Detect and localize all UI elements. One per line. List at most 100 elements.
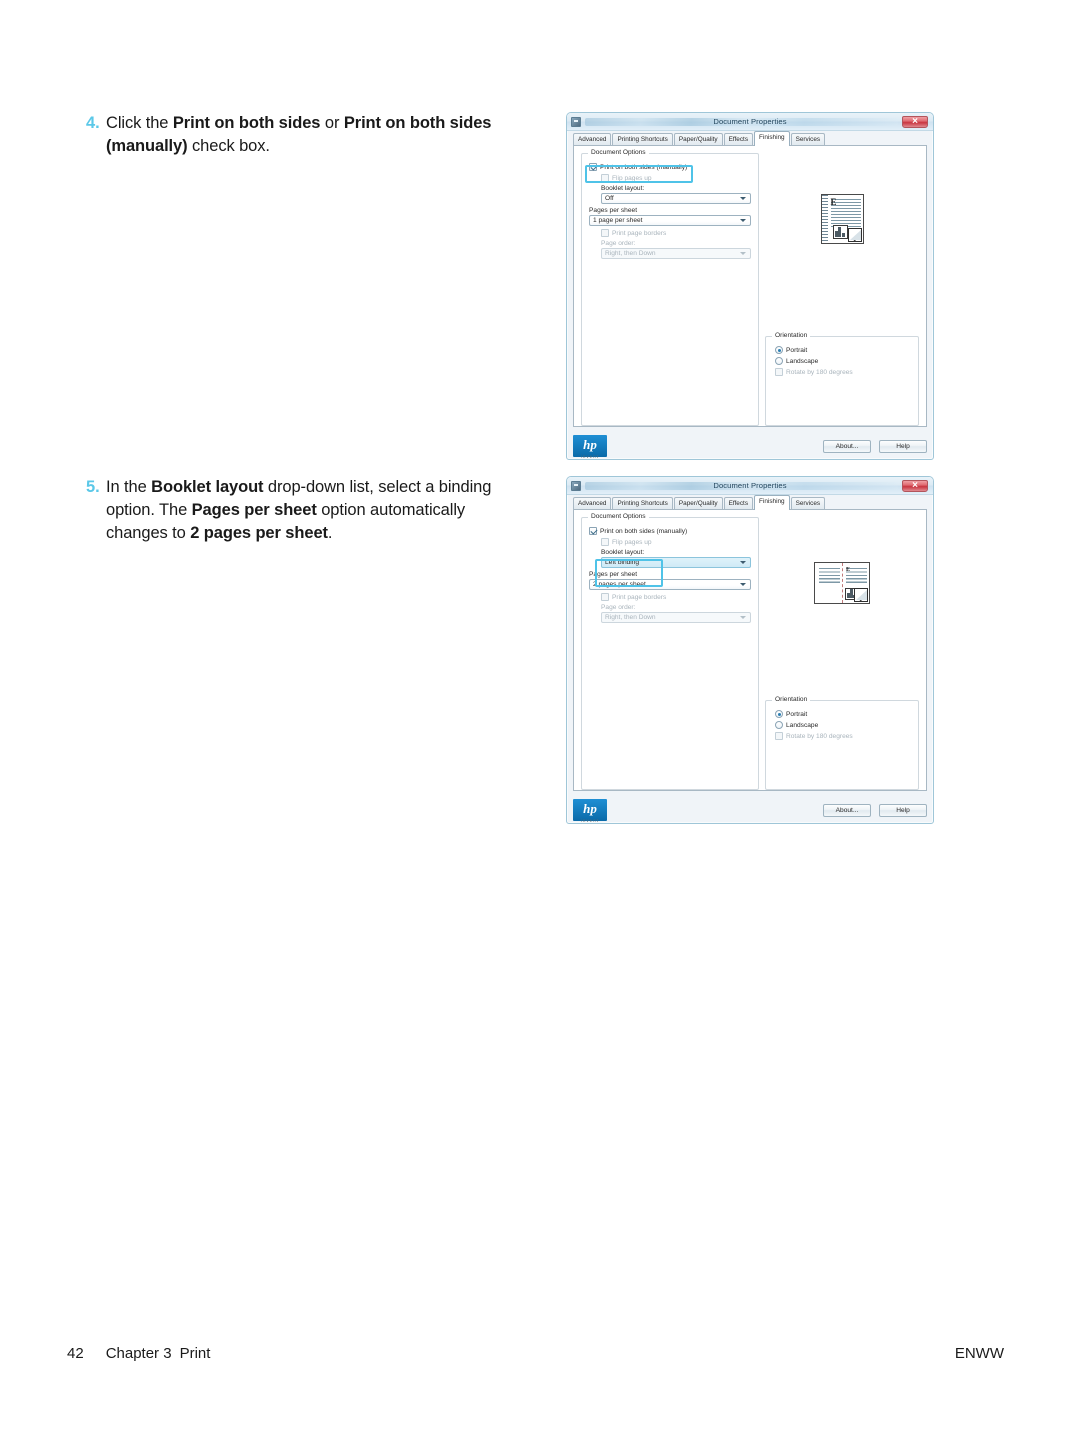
dialog-1-help-buttons: About... Help: [823, 439, 927, 453]
pages-per-sheet-dropdown[interactable]: 1 page per sheet: [589, 215, 751, 226]
tab-finishing[interactable]: Finishing: [754, 495, 790, 510]
dialog-1-preview-column: E Orientation Portrait Landscape Rotate …: [765, 153, 919, 426]
step-text-part: check box.: [187, 137, 270, 155]
page-order-value: Right, then Down: [605, 250, 656, 257]
chevron-down-icon: [740, 561, 746, 564]
page-order-label: Page order:: [601, 240, 636, 247]
page-order-dropdown[interactable]: Right, then Down: [601, 248, 751, 259]
orientation-title: Orientation: [772, 696, 811, 703]
page-number: 42: [67, 1345, 84, 1362]
chevron-down-icon: [740, 616, 746, 619]
printer-icon: [571, 480, 581, 491]
step-text-part: In the: [106, 478, 152, 496]
about-button[interactable]: About...: [823, 803, 871, 817]
print-page-borders-row[interactable]: Print page borders: [589, 593, 751, 601]
step-text-part-bold: Booklet layout: [151, 478, 264, 496]
footer-left: 42 Chapter 3 Print: [67, 1345, 210, 1362]
step-text-part-bold: Pages per sheet: [191, 501, 317, 519]
footer-right-label: ENWW: [954, 1345, 1004, 1362]
dialog-2-titlebar[interactable]: Document Properties: [567, 477, 933, 495]
print-preview-area: E: [765, 153, 919, 285]
print-both-sides-row[interactable]: Print on both sides (manually): [589, 527, 751, 535]
footer-chapter: Chapter 3 Print: [106, 1345, 211, 1362]
print-page-borders-row[interactable]: Print page borders: [589, 229, 751, 237]
page-order-dropdown[interactable]: Right, then Down: [601, 612, 751, 623]
rotate-180-row[interactable]: Rotate by 180 degrees: [775, 368, 911, 376]
page-order-value: Right, then Down: [605, 614, 656, 621]
hp-tagline: invent: [580, 818, 600, 823]
landscape-label: Landscape: [786, 721, 819, 729]
section-label: Print: [179, 1345, 211, 1362]
step-number: 5.: [86, 478, 100, 496]
dialog-1-bottom-bar: hp invent About... Help: [573, 431, 927, 459]
booklet-fold-line: [842, 563, 843, 603]
step-text-part: Click the: [106, 114, 173, 132]
document-properties-dialog-1[interactable]: Document Properties Advanced Printing Sh…: [566, 112, 934, 460]
flip-pages-up-row[interactable]: Flip pages up: [589, 538, 751, 546]
portrait-radio[interactable]: [775, 710, 783, 718]
pages-per-sheet-dropdown[interactable]: 2 pages per sheet: [589, 579, 751, 590]
rotate-180-checkbox[interactable]: [775, 732, 783, 740]
orientation-landscape-row[interactable]: Landscape: [775, 357, 911, 365]
booklet-layout-block: Booklet layout: Off: [589, 185, 751, 204]
step-text: Click the Print on both sides or Print o…: [106, 112, 510, 158]
chevron-down-icon: [740, 252, 746, 255]
chevron-down-icon: [740, 219, 746, 222]
close-icon[interactable]: [902, 479, 928, 493]
dialog-1-titlebar[interactable]: Document Properties: [567, 113, 933, 131]
orientation-landscape-row[interactable]: Landscape: [775, 721, 911, 729]
pages-per-sheet-label: Pages per sheet: [589, 207, 638, 214]
pencil-icon: [854, 588, 868, 602]
booklet-layout-dropdown[interactable]: Off: [601, 193, 751, 204]
print-page-borders-checkbox[interactable]: [601, 593, 609, 601]
step-text-part: or: [320, 114, 344, 132]
orientation-title: Orientation: [772, 332, 811, 339]
orientation-portrait-row[interactable]: Portrait: [775, 710, 911, 718]
step-text: In the Booklet layout drop-down list, se…: [106, 476, 510, 545]
rotate-180-checkbox[interactable]: [775, 368, 783, 376]
chevron-down-icon: [740, 197, 746, 200]
help-button[interactable]: Help: [879, 439, 927, 453]
print-both-sides-label: Print on both sides (manually): [600, 163, 688, 171]
close-icon[interactable]: [902, 115, 928, 129]
dialog-2-help-buttons: About... Help: [823, 803, 927, 817]
booklet-layout-value: Off: [605, 195, 614, 202]
hp-tagline: invent: [580, 454, 600, 459]
rotate-180-row[interactable]: Rotate by 180 degrees: [775, 732, 911, 740]
document-options-title: Document Options: [588, 149, 649, 156]
title-redaction-smudge: [585, 481, 898, 490]
flip-pages-up-label: Flip pages up: [612, 538, 652, 546]
orientation-portrait-row[interactable]: Portrait: [775, 346, 911, 354]
portrait-radio[interactable]: [775, 346, 783, 354]
page-footer: 42 Chapter 3 Print ENWW: [0, 1345, 1080, 1375]
step-number: 4.: [86, 114, 100, 132]
print-page-borders-label: Print page borders: [612, 229, 667, 237]
portrait-label: Portrait: [786, 710, 808, 718]
print-both-sides-checkbox[interactable]: [589, 527, 597, 535]
flip-pages-up-checkbox[interactable]: [601, 538, 609, 546]
page-order-label: Page order:: [601, 604, 636, 611]
spiral-binding-icon: [821, 195, 828, 243]
print-both-sides-row[interactable]: Print on both sides (manually): [589, 163, 751, 171]
pages-per-sheet-label: Pages per sheet: [589, 571, 638, 578]
document-options-group: Document Options Print on both sides (ma…: [581, 149, 759, 426]
flip-pages-up-row[interactable]: Flip pages up: [589, 174, 751, 182]
help-button[interactable]: Help: [879, 803, 927, 817]
about-button[interactable]: About...: [823, 439, 871, 453]
hp-logo-text: hp: [583, 437, 597, 452]
document-properties-dialog-2[interactable]: Document Properties Advanced Printing Sh…: [566, 476, 934, 824]
booklet-layout-value: Left binding: [605, 559, 640, 566]
dialog-1-tabstrip[interactable]: Advanced Printing Shortcuts Paper/Qualit…: [567, 131, 933, 146]
tab-finishing[interactable]: Finishing: [754, 131, 790, 146]
preview-bar-chart-icon: [832, 225, 848, 239]
booklet-layout-label: Booklet layout:: [601, 549, 645, 556]
landscape-radio[interactable]: [775, 357, 783, 365]
title-redaction-smudge: [585, 117, 898, 126]
landscape-radio[interactable]: [775, 721, 783, 729]
preview-letter-e: E: [846, 567, 851, 573]
dialog-2-tabstrip[interactable]: Advanced Printing Shortcuts Paper/Qualit…: [567, 495, 933, 510]
print-page-borders-checkbox[interactable]: [601, 229, 609, 237]
flip-pages-up-checkbox[interactable]: [601, 174, 609, 182]
booklet-layout-dropdown[interactable]: Left binding: [601, 557, 751, 568]
print-both-sides-checkbox[interactable]: [589, 163, 597, 171]
